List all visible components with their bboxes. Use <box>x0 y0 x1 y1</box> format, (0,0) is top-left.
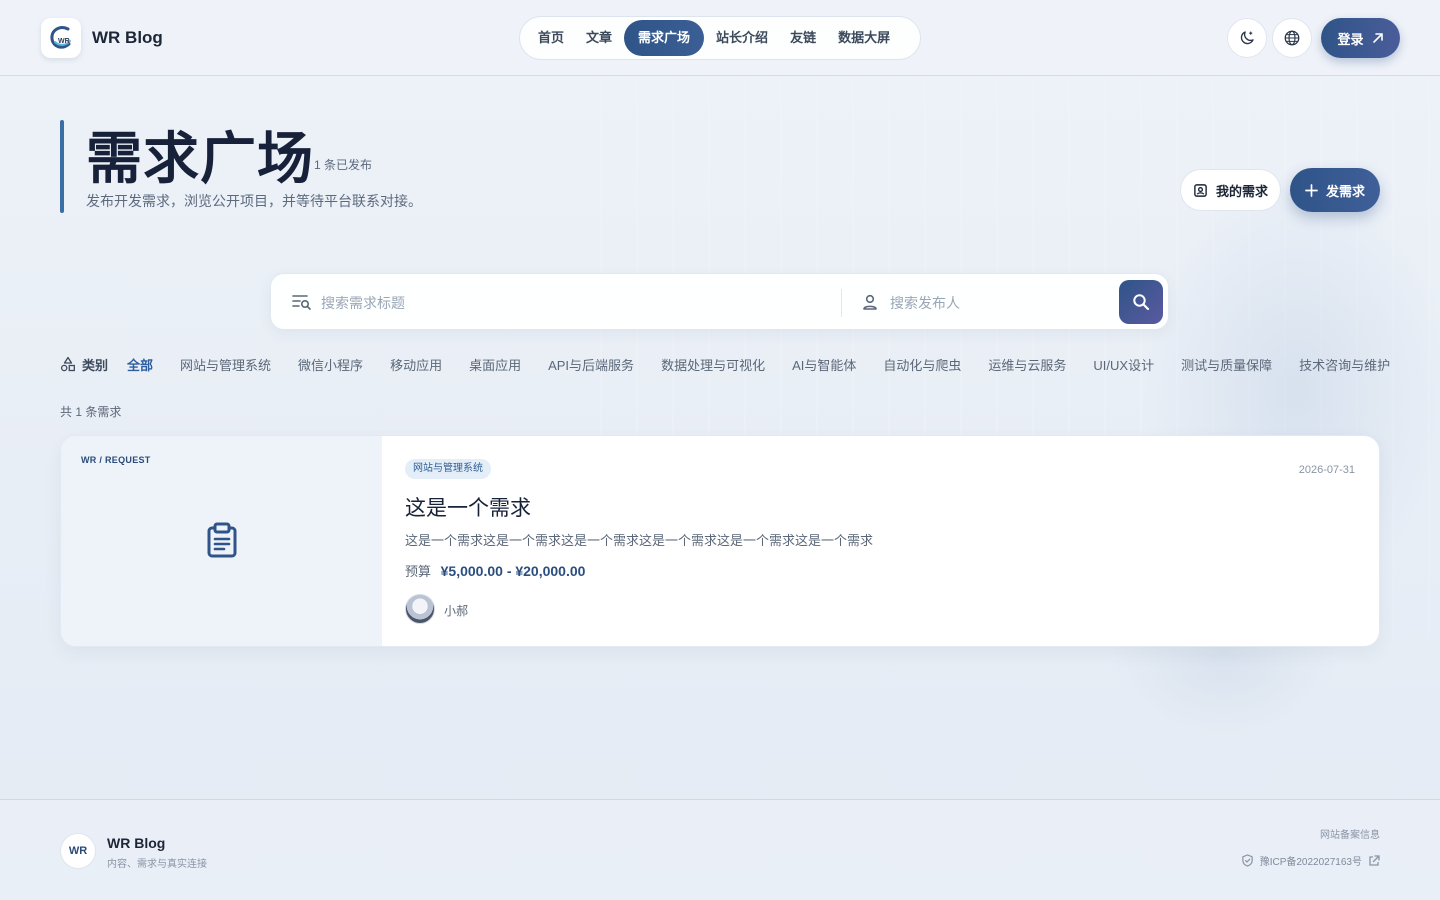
footer-logo: WR <box>60 833 96 869</box>
search-icon <box>1133 294 1150 311</box>
request-description: 这是一个需求这是一个需求这是一个需求这是一个需求这是一个需求这是一个需求 <box>405 533 874 548</box>
category-label: 类别 <box>60 355 108 374</box>
request-budget: 预算 ¥5,000.00 - ¥20,000.00 <box>405 561 585 580</box>
my-requests-button[interactable]: 我的需求 <box>1180 169 1281 211</box>
publisher-search-input[interactable] <box>890 290 1110 316</box>
login-button-label: 登录 <box>1337 31 1364 47</box>
record-info-label: 网站备案信息 <box>1320 830 1380 841</box>
category-data-visualization[interactable]: 数据处理与可视化 <box>661 355 765 374</box>
search-bar <box>270 273 1169 330</box>
category-wechat-mini-program[interactable]: 微信小程序 <box>298 355 363 374</box>
request-category-badge: 网站与管理系统 <box>405 459 491 479</box>
category-ai-agents[interactable]: AI与智能体 <box>792 355 856 374</box>
login-button[interactable]: 登录 <box>1321 18 1400 58</box>
nav-item-friend-links[interactable]: 友链 <box>780 20 826 56</box>
main-nav: 首页 文章 需求广场 站长介绍 友链 数据大屏 <box>519 16 921 60</box>
category-label-text: 类别 <box>82 357 109 373</box>
footer-tagline: 内容、需求与真实连接 <box>107 859 207 870</box>
shield-check-icon <box>1241 854 1253 867</box>
theme-toggle-button[interactable] <box>1227 18 1267 58</box>
language-button[interactable] <box>1272 18 1312 58</box>
request-date: 2026-07-31 <box>1298 464 1355 476</box>
post-request-label: 发需求 <box>1325 183 1365 199</box>
request-total-count: 共 1 条需求 <box>60 405 122 419</box>
category-mobile-app[interactable]: 移动应用 <box>390 355 442 374</box>
search-button[interactable] <box>1119 280 1163 324</box>
logo-icon: WR <box>50 26 71 49</box>
budget-label: 预算 <box>405 564 432 579</box>
icp-number: 豫ICP备2022027163号 <box>1259 857 1362 868</box>
hero-accent-bar <box>60 120 64 213</box>
category-website[interactable]: 网站与管理系统 <box>180 355 271 374</box>
nav-item-data-screen[interactable]: 数据大屏 <box>828 20 900 56</box>
published-count: 1 条已发布 <box>314 158 373 172</box>
author-name[interactable]: 小郝 <box>444 602 468 619</box>
page-title: 需求广场 <box>86 127 314 190</box>
top-navigation-bar: WR WR Blog 首页 文章 需求广场 站长介绍 友链 数据大屏 登录 <box>0 0 1440 76</box>
nav-item-about-owner[interactable]: 站长介绍 <box>706 20 778 56</box>
category-filter: 类别 全部 网站与管理系统 微信小程序 移动应用 桌面应用 API与后端服务 数… <box>60 354 1390 374</box>
category-automation-crawler[interactable]: 自动化与爬虫 <box>883 355 961 374</box>
request-card[interactable]: WR / REQUEST 网站与管理系统 2026-07-31 这是一个需求 这… <box>60 435 1380 647</box>
request-cover-tag: WR / REQUEST <box>81 455 151 465</box>
category-testing-qa[interactable]: 测试与质量保障 <box>1181 355 1272 374</box>
external-link-icon <box>1369 854 1380 866</box>
plus-icon <box>1305 183 1318 197</box>
clipboard-icon <box>207 522 237 558</box>
user-card-icon <box>1194 183 1207 197</box>
site-brand-name[interactable]: WR Blog <box>92 28 163 48</box>
category-api-backend[interactable]: API与后端服务 <box>548 355 634 374</box>
category-consulting-maintenance[interactable]: 技术咨询与维护 <box>1299 355 1390 374</box>
site-logo[interactable]: WR <box>41 18 81 58</box>
site-footer: WR WR Blog 内容、需求与真实连接 网站备案信息 豫ICP备202202… <box>0 799 1440 900</box>
request-card-cover: WR / REQUEST <box>61 436 382 646</box>
budget-amount: ¥5,000.00 - ¥20,000.00 <box>440 563 586 579</box>
author-avatar[interactable] <box>405 594 435 624</box>
category-devops-cloud[interactable]: 运维与云服务 <box>988 355 1066 374</box>
user-icon <box>863 294 877 310</box>
nav-item-request-plaza[interactable]: 需求广场 <box>624 20 705 56</box>
nav-item-articles[interactable]: 文章 <box>576 20 622 56</box>
nav-item-home[interactable]: 首页 <box>528 20 574 56</box>
request-title-search-input[interactable] <box>321 290 821 316</box>
request-title[interactable]: 这是一个需求 <box>405 492 531 522</box>
search-divider <box>841 289 842 317</box>
globe-icon <box>1284 30 1300 46</box>
page-subtitle: 发布开发需求，浏览公开项目，并等待平台联系对接。 <box>86 193 422 209</box>
category-all[interactable]: 全部 <box>127 355 153 374</box>
category-shapes-icon <box>60 356 75 372</box>
footer-brand-name: WR Blog <box>107 835 166 851</box>
my-requests-label: 我的需求 <box>1215 183 1268 199</box>
svg-text:WR: WR <box>58 38 70 45</box>
post-request-button[interactable]: 发需求 <box>1290 168 1380 212</box>
search-list-icon <box>292 295 311 310</box>
moon-icon <box>1240 31 1254 45</box>
arrow-up-right-icon <box>1372 33 1383 43</box>
category-ui-ux[interactable]: UI/UX设计 <box>1093 355 1154 374</box>
category-desktop-app[interactable]: 桌面应用 <box>469 355 521 374</box>
icp-record-link[interactable]: 豫ICP备2022027163号 <box>1241 853 1380 868</box>
